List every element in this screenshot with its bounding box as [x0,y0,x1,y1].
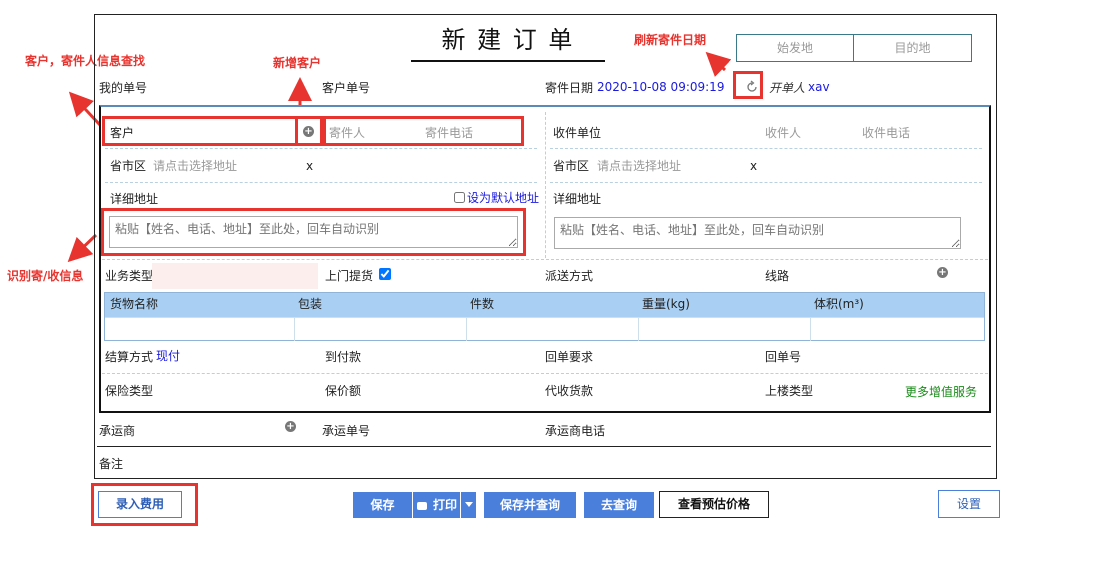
divider [102,373,988,374]
receiver-region-label: 省市区 [553,159,590,173]
insured-amount-label: 保价额 [325,384,362,398]
sender-region-clear-icon[interactable]: x [306,158,313,174]
goods-cell-divider [466,318,467,341]
carrier-phone-label: 承运商电话 [545,424,606,438]
carrier-no-label: 承运单号 [322,424,371,438]
carrier-label: 承运商 [99,424,136,438]
goods-table-header: 货物名称 包装 件数 重量(kg) 体积(m³) [105,293,984,317]
goods-table: 货物名称 包装 件数 重量(kg) 体积(m³) [104,292,985,341]
receiver-paste-textarea[interactable] [554,217,961,249]
receiver-unit-label: 收件单位 [553,126,602,140]
operator-label: 开单人 [769,81,806,95]
operator-value: xav [808,80,830,94]
customer-order-no-label: 客户单号 [322,81,371,95]
delivery-method-label: 派送方式 [545,269,594,283]
save-button[interactable]: 保存 [353,492,412,518]
highlight-sender [323,116,524,146]
send-date-value[interactable]: 2020-10-08 09:09:19 [597,79,724,95]
receiver-detail-label: 详细地址 [553,192,602,206]
goods-table-row[interactable] [105,317,984,341]
divider [105,182,537,183]
save-and-query-button[interactable]: 保存并查询 [484,492,576,518]
settings-button[interactable]: 设置 [938,490,1000,518]
cod-freight-label: 到付款 [325,350,362,364]
sender-region-input[interactable]: 请点击选择地址 [153,158,237,174]
settlement-method-label: 结算方式 [105,350,154,364]
more-services-link[interactable]: 更多增值服务 [905,384,977,400]
view-estimated-price-button[interactable]: 查看预估价格 [659,491,769,518]
my-order-no-label: 我的单号 [99,81,148,95]
divider [102,259,988,260]
print-button-label: 打印 [433,498,458,512]
receiver-region-input[interactable]: 请点击选择地址 [597,158,681,174]
remarks-label: 备注 [99,457,124,471]
title-underline [411,60,605,62]
receipt-no-label: 回单号 [765,350,802,364]
insurance-type-label: 保险类型 [105,384,154,398]
route-label: 线路 [765,269,790,283]
add-carrier-icon[interactable]: + [285,421,296,432]
highlight-customer [102,116,324,146]
add-route-icon[interactable]: + [937,267,948,278]
column-pieces: 件数 [470,297,495,311]
column-package: 包装 [298,297,323,311]
settlement-method-value[interactable]: 现付 [156,348,180,364]
column-weight: 重量(kg) [642,297,690,311]
business-type-input[interactable] [152,263,318,289]
arrow-recognize [67,233,98,263]
highlight-refresh [733,71,763,99]
send-date-label: 寄件日期 [545,81,594,95]
divider [97,446,991,447]
column-divider [545,112,546,258]
column-goods-name: 货物名称 [110,297,159,311]
divider [550,148,982,149]
page-title: 新 建 订 单 [441,26,575,54]
divider [550,182,982,183]
divider [105,148,537,149]
pickup-checkbox[interactable] [379,268,391,280]
goods-cell-divider [294,318,295,341]
sender-detail-label: 详细地址 [110,192,159,206]
receiver-phone-input[interactable]: 收件电话 [862,125,910,141]
default-address-checkbox[interactable] [454,192,465,203]
goods-cell-divider [810,318,811,341]
receiver-region-clear-icon[interactable]: x [750,158,757,174]
stairs-type-label: 上楼类型 [765,384,814,398]
print-button[interactable]: 打印 [413,492,476,518]
collect-payment-label: 代收货款 [545,384,594,398]
tab-origin[interactable]: 始发地 [736,34,854,62]
highlight-recognize [101,208,526,256]
go-query-button[interactable]: 去查询 [584,492,654,518]
print-icon [417,501,427,510]
chevron-down-icon[interactable] [460,492,476,518]
receipt-requirement-label: 回单要求 [545,350,594,364]
receiver-input[interactable]: 收件人 [765,125,801,141]
default-address-label[interactable]: 设为默认地址 [467,190,539,206]
sender-region-label: 省市区 [110,159,147,173]
column-volume: 体积(m³) [814,297,864,311]
pickup-label: 上门提货 [325,269,374,283]
tab-destination[interactable]: 目的地 [854,34,972,62]
business-type-label: 业务类型 [105,269,154,283]
highlight-add-customer [295,116,323,146]
highlight-enter-fee [91,483,198,526]
annotation-recognize: 识别寄/收信息 [7,269,84,283]
goods-cell-divider [638,318,639,341]
